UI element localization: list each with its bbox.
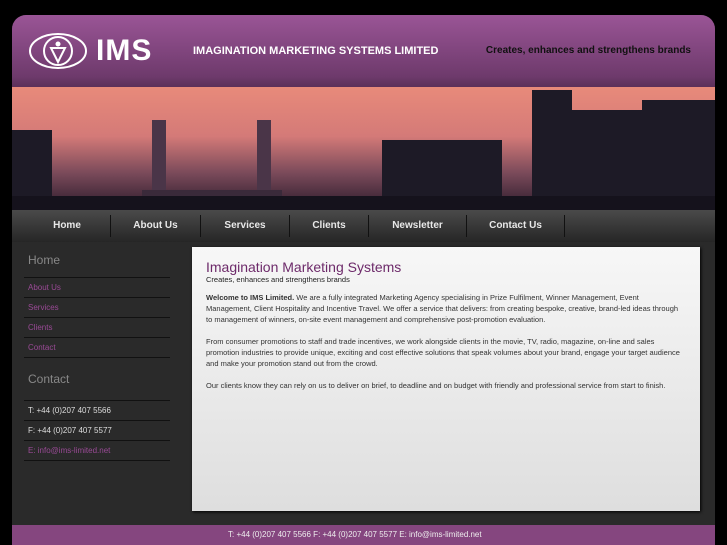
nav-newsletter[interactable]: Newsletter — [369, 215, 467, 237]
company-name: IMAGINATION MARKETING SYSTEMS LIMITED — [193, 45, 439, 57]
divider — [24, 460, 170, 461]
nav-contact-us[interactable]: Contact Us — [467, 215, 565, 237]
sidebar: Home About Us Services Clients Contact C… — [24, 247, 170, 461]
sidebar-link-contact[interactable]: Contact — [24, 337, 170, 357]
intro-bold: Welcome to IMS Limited. — [206, 293, 295, 302]
main-content: Imagination Marketing Systems Creates, e… — [192, 247, 700, 511]
intro-paragraph: Welcome to IMS Limited. We are a fully i… — [206, 292, 686, 325]
fax: F: +44 (0)207 407 5577 — [24, 420, 170, 440]
sidebar-link-clients[interactable]: Clients — [24, 317, 170, 337]
header-tagline: Creates, enhances and strengthens brands — [485, 45, 691, 56]
sidebar-link-about-us[interactable]: About Us — [24, 277, 170, 297]
paragraph-2: From consumer promotions to staff and tr… — [206, 337, 680, 368]
content-subtitle: Creates, enhances and strengthens brands — [206, 275, 350, 284]
footer-contact: T: +44 (0)207 407 5566 F: +44 (0)207 407… — [228, 530, 482, 539]
header: IMS IMAGINATION MARKETING SYSTEMS LIMITE… — [12, 15, 715, 87]
logo-text: IMS — [96, 34, 153, 67]
logo[interactable]: IMS — [28, 31, 152, 71]
nav-clients[interactable]: Clients — [290, 215, 369, 237]
london-skyline-banner — [12, 87, 715, 210]
footer: T: +44 (0)207 407 5566 F: +44 (0)207 407… — [12, 525, 715, 545]
sidebar-heading-home: Home — [28, 253, 61, 267]
paragraph-3: Our clients know they can rely on us to … — [206, 381, 666, 390]
nav-services[interactable]: Services — [201, 215, 290, 237]
page-container: IMS IMAGINATION MARKETING SYSTEMS LIMITE… — [12, 15, 715, 545]
logo-icon — [29, 33, 87, 69]
nav-about-us[interactable]: About Us — [111, 215, 201, 237]
email-link[interactable]: E: info@ims-limited.net — [24, 440, 170, 460]
sidebar-link-services[interactable]: Services — [24, 297, 170, 317]
content-title: Imagination Marketing Systems — [206, 259, 402, 275]
main-nav: Home About Us Services Clients Newslette… — [12, 210, 715, 242]
nav-home[interactable]: Home — [24, 215, 111, 237]
sidebar-heading-contact: Contact — [28, 372, 70, 386]
phone: T: +44 (0)207 407 5566 — [24, 400, 170, 420]
